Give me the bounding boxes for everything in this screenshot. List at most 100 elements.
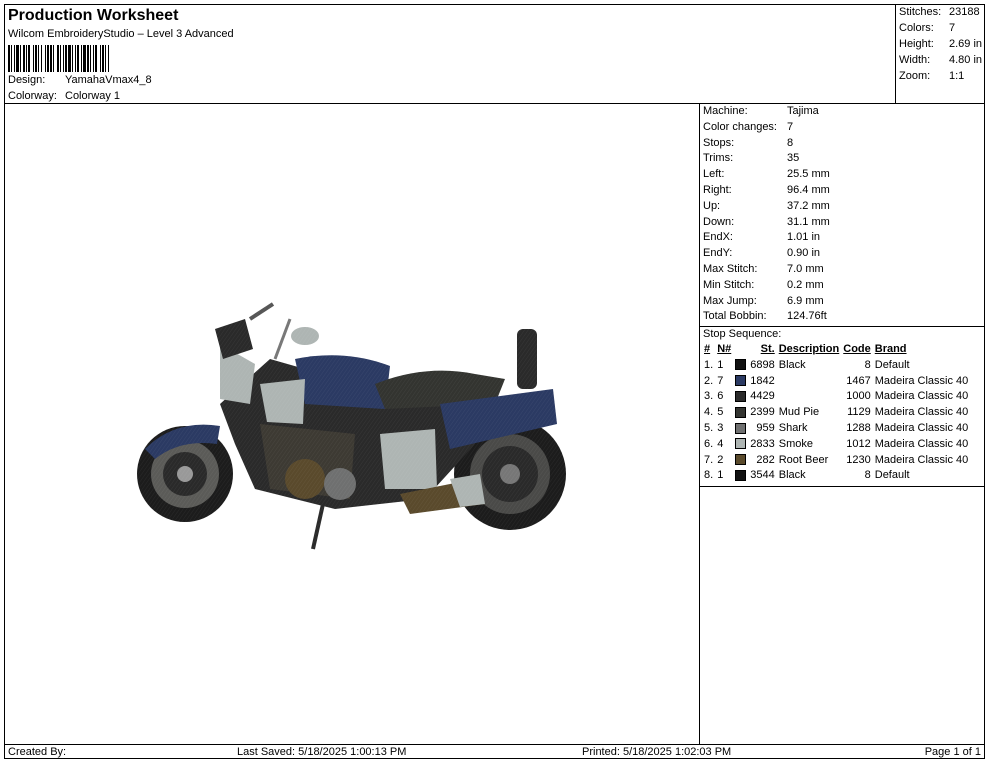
page-number: Page 1 of 1	[924, 746, 981, 758]
info-label: Max Jump:	[703, 294, 757, 307]
needle-number: 3	[717, 421, 724, 434]
stop-index: 6.	[704, 437, 714, 450]
machine-info-panel: Machine: Tajima Color changes: 7 Stops: 8 Trim…	[700, 104, 984, 325]
thread-description	[777, 389, 842, 405]
color-swatch-icon	[735, 438, 747, 450]
summary-panel: Stitches: 23188 Colors: 7 Height: 2.69 in W…	[895, 5, 984, 104]
barcode-image	[8, 45, 196, 72]
col-n-header: N#	[717, 343, 732, 355]
info-row: Right: 96.4 mm	[700, 183, 984, 199]
thread-description: Smoke	[778, 437, 813, 450]
info-row: Stops: 8	[700, 136, 984, 152]
stop-sequence-table: # N# St. Description Code Brand 1. 1 6898 B…	[702, 342, 970, 484]
info-value: 8	[787, 136, 794, 149]
col-brand-header: Brand	[874, 343, 907, 355]
needle-number: 4	[717, 437, 724, 450]
motorcycle-embroidery-image	[135, 294, 575, 554]
thread-description	[777, 374, 842, 390]
thread-swatch	[733, 421, 748, 437]
thread-description: Black	[778, 469, 806, 482]
worksheet-header: Production Worksheet Wilcom EmbroiderySt…	[5, 5, 895, 104]
thread-brand: Madeira Classic 40	[874, 437, 969, 450]
width-label: Width:	[899, 54, 931, 66]
stitch-count: 959	[756, 421, 775, 434]
info-label: Trims:	[703, 152, 734, 165]
stitch-count: 4429	[750, 390, 775, 403]
thread-code: 1467	[846, 374, 871, 387]
col-stitches-header: St.	[760, 343, 775, 355]
zoom-value: 1:1	[949, 70, 965, 82]
colorway-label: Colorway:	[8, 90, 57, 102]
thread-code: 1129	[847, 406, 871, 419]
page-title: Production Worksheet	[8, 7, 179, 24]
info-value: Tajima	[787, 105, 819, 117]
table-bottom-divider	[700, 486, 984, 487]
color-swatch-icon	[735, 469, 747, 481]
design-preview	[5, 104, 699, 744]
thread-description: Mud Pie	[778, 406, 820, 419]
colors-value: 7	[949, 22, 956, 34]
info-value: 31.1 mm	[787, 215, 830, 228]
info-divider	[700, 326, 984, 327]
color-swatch-icon	[735, 406, 747, 418]
stitch-count: 1842	[750, 374, 775, 387]
info-label: Max Stitch:	[703, 262, 758, 275]
thread-brand: Madeira Classic 40	[874, 374, 969, 387]
info-row: Trims: 35	[700, 151, 984, 167]
stop-index: 5.	[704, 421, 714, 434]
stop-index: 8.	[704, 469, 714, 482]
thread-brand: Madeira Classic 40	[874, 390, 969, 403]
stop-row: 2. 7 1842 1467 Madeira Classic 40	[702, 374, 970, 390]
thread-swatch	[733, 358, 748, 374]
thread-code: 1230	[846, 453, 871, 466]
height-label: Height:	[899, 38, 934, 50]
stop-index: 4.	[704, 406, 714, 419]
width-value: 4.80 in	[949, 54, 983, 66]
thread-brand: Default	[874, 358, 910, 371]
width-row: Width: 4.80 in	[899, 54, 985, 66]
info-label: Color changes:	[703, 120, 777, 133]
info-row: Total Bobbin: 124.76ft	[700, 309, 984, 325]
thread-brand: Default	[874, 469, 910, 482]
thread-code: 1000	[846, 390, 871, 403]
stitches-row: Stitches: 23188	[899, 6, 985, 18]
stop-row: 5. 3 959 Shark 1288 Madeira Classic 40	[702, 421, 970, 437]
thread-brand: Madeira Classic 40	[874, 406, 969, 419]
info-row: EndY: 0.90 in	[700, 246, 984, 262]
info-value: 6.9 mm	[787, 294, 824, 307]
info-value: 0.2 mm	[787, 278, 824, 291]
thread-code: 8	[864, 469, 871, 482]
info-label: Machine:	[703, 105, 748, 117]
thread-swatch	[733, 437, 748, 453]
info-value: 124.76ft	[787, 310, 827, 323]
info-label: Min Stitch:	[703, 278, 755, 291]
color-swatch-icon	[735, 390, 747, 402]
stitch-count: 3544	[750, 469, 775, 482]
needle-number: 6	[717, 390, 724, 403]
thread-code: 1288	[846, 421, 871, 434]
info-row: Left: 25.5 mm	[700, 167, 984, 183]
info-value: 7.0 mm	[787, 262, 824, 275]
thread-description: Shark	[778, 421, 808, 434]
needle-number: 2	[717, 453, 724, 466]
colors-row: Colors: 7	[899, 22, 985, 34]
info-row: Machine: Tajima	[700, 104, 984, 120]
col-num-header: #	[704, 343, 711, 355]
stop-row: 1. 1 6898 Black 8 Default	[702, 358, 970, 374]
info-value: 35	[787, 152, 800, 165]
thread-swatch	[733, 468, 748, 484]
info-value: 0.90 in	[787, 247, 821, 260]
needle-number: 5	[717, 406, 724, 419]
info-value: 96.4 mm	[787, 183, 830, 196]
thread-swatch	[733, 389, 748, 405]
info-row: Max Jump: 6.9 mm	[700, 294, 984, 310]
stop-index: 1.	[704, 358, 714, 371]
stop-index: 2.	[704, 374, 714, 387]
thread-swatch	[733, 453, 748, 469]
info-row: Color changes: 7	[700, 120, 984, 136]
needle-number: 7	[717, 374, 724, 387]
info-row: Min Stitch: 0.2 mm	[700, 278, 984, 294]
color-swatch-icon	[735, 422, 747, 434]
info-value: 1.01 in	[787, 231, 821, 244]
last-saved: Last Saved: 5/18/2025 1:00:13 PM	[237, 746, 407, 758]
